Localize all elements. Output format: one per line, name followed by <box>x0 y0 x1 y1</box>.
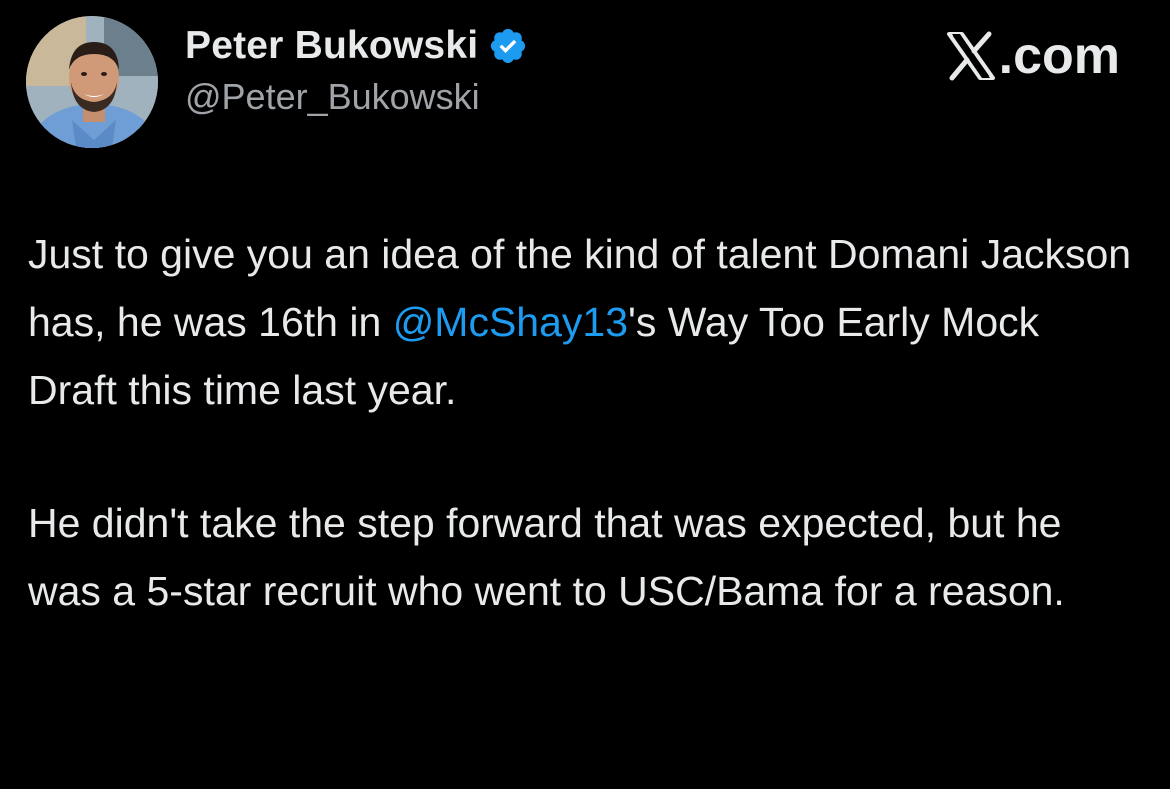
tweet-paragraph-2: He didn't take the step forward that was… <box>28 500 1065 614</box>
site-label: .com <box>945 26 1120 86</box>
avatar-image <box>26 16 158 148</box>
author-handle[interactable]: @Peter_Bukowski <box>185 76 480 118</box>
verified-badge-icon <box>488 26 528 66</box>
author-name-row: Peter Bukowski <box>185 22 528 70</box>
author-name[interactable]: Peter Bukowski <box>185 24 478 68</box>
tweet-card: Peter Bukowski @Peter_Bukowski .com Just… <box>0 0 1170 789</box>
x-logo-icon <box>945 31 997 81</box>
site-domain: .com <box>998 27 1120 85</box>
mention-link[interactable]: @McShay13 <box>393 299 628 345</box>
avatar[interactable] <box>26 16 158 148</box>
tweet-paragraph-1: Just to give you an idea of the kind of … <box>28 220 1138 424</box>
tweet-body: Just to give you an idea of the kind of … <box>28 220 1138 690</box>
